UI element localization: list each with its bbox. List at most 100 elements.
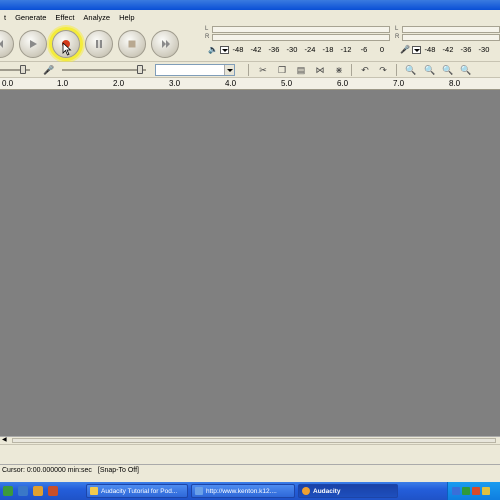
toolbar-separator bbox=[351, 64, 352, 76]
menu-item-effect[interactable]: Effect bbox=[51, 13, 79, 22]
play-scale-tick: -42 bbox=[250, 45, 262, 54]
play-scale-tick: -24 bbox=[304, 45, 316, 54]
mouse-cursor-icon bbox=[62, 42, 72, 56]
pause-icon bbox=[96, 40, 102, 48]
quick-launch-icon[interactable] bbox=[33, 486, 43, 496]
menubar: t Generate Effect Analyze Help bbox=[0, 10, 500, 24]
timeline-ruler[interactable]: 0.0 1.0 2.0 3.0 4.0 5.0 6.0 7.0 8.0 bbox=[0, 78, 500, 90]
horizontal-scrollbar[interactable]: ◀ bbox=[0, 436, 500, 444]
record-meter-dropdown[interactable] bbox=[411, 45, 421, 54]
record-meter-left bbox=[402, 26, 500, 33]
ruler-label: 5.0 bbox=[281, 79, 293, 88]
cut-icon[interactable]: ✂ bbox=[256, 64, 270, 76]
tray-icon-network[interactable] bbox=[452, 487, 460, 495]
fit-selection-icon[interactable]: 🔍 bbox=[441, 64, 455, 76]
paste-icon[interactable]: ▤ bbox=[294, 64, 308, 76]
ruler-label: 3.0 bbox=[169, 79, 181, 88]
tray-icon-security[interactable] bbox=[462, 487, 470, 495]
pause-button[interactable] bbox=[85, 30, 113, 58]
selection-toolbar bbox=[0, 444, 500, 464]
media-player-icon[interactable] bbox=[48, 486, 58, 496]
record-scale-tick: -30 bbox=[478, 45, 490, 54]
microphone-icon: 🎤 bbox=[400, 45, 410, 54]
play-scale-tick: 0 bbox=[379, 45, 385, 54]
input-volume-slider[interactable] bbox=[137, 65, 143, 74]
mixer-edit-toolbar: 🎤 ✂ ❐ ▤ ⋈ ⋇ ↶ ↷ 🔍 🔍 🔍 🔍 bbox=[0, 62, 500, 78]
taskbar-button-audacity[interactable]: Audacity bbox=[298, 484, 398, 498]
silence-icon[interactable]: ⋇ bbox=[332, 64, 346, 76]
undo-icon[interactable]: ↶ bbox=[358, 64, 372, 76]
stop-button[interactable] bbox=[118, 30, 146, 58]
play-icon bbox=[30, 40, 37, 48]
menu-item-help[interactable]: Help bbox=[115, 13, 139, 22]
stop-icon bbox=[128, 40, 136, 48]
input-source-select[interactable] bbox=[155, 64, 235, 76]
play-meter-left-label: L bbox=[205, 26, 209, 32]
windows-taskbar: Audacity Tutorial for Pod... http://www.… bbox=[0, 482, 500, 500]
record-meter-right-label: R bbox=[395, 34, 400, 40]
menu-item-analyze[interactable]: Analyze bbox=[79, 13, 115, 22]
play-meter-scale: 🔈 -48 -42 -36 -30 -24 -18 -12 -6 0 bbox=[208, 45, 391, 54]
tray-icon-volume[interactable] bbox=[482, 487, 490, 495]
menu-item-edit[interactable]: t bbox=[0, 13, 11, 22]
taskbar-button-label: Audacity Tutorial for Pod... bbox=[101, 487, 178, 495]
play-scale-tick: -48 bbox=[232, 45, 244, 54]
zoom-out-icon[interactable]: 🔍 bbox=[423, 64, 437, 76]
fit-project-icon[interactable]: 🔍 bbox=[459, 64, 473, 76]
play-scale-tick: -6 bbox=[360, 45, 368, 54]
system-tray bbox=[447, 482, 500, 500]
taskbar-button-browser[interactable]: Audacity Tutorial for Pod... bbox=[86, 484, 188, 498]
toolbar-separator bbox=[248, 64, 249, 76]
folder-icon bbox=[90, 487, 98, 495]
tray-icon-alert[interactable] bbox=[472, 487, 480, 495]
cursor-position-text: Cursor: 0:00.000000 min:sec bbox=[2, 467, 92, 474]
skip-to-end-button[interactable] bbox=[151, 30, 179, 58]
ruler-label: 4.0 bbox=[225, 79, 237, 88]
toolbar-separator bbox=[396, 64, 397, 76]
input-volume-track bbox=[62, 69, 146, 71]
status-bar: Cursor: 0:00.000000 min:sec [Snap-To Off… bbox=[0, 464, 500, 476]
taskbar-button-kenton[interactable]: http://www.kenton.k12.... bbox=[191, 484, 295, 498]
meter-toolbar: L R L R 🔈 -48 -42 -36 -30 -24 -18 -12 -6… bbox=[198, 24, 500, 62]
taskbar-button-label: http://www.kenton.k12.... bbox=[206, 487, 277, 495]
ruler-label: 1.0 bbox=[57, 79, 69, 88]
play-button[interactable] bbox=[19, 30, 47, 58]
internet-explorer-icon[interactable] bbox=[18, 486, 28, 496]
ruler-label: 2.0 bbox=[113, 79, 125, 88]
play-meter-left bbox=[212, 26, 390, 33]
chevron-down-icon bbox=[224, 65, 234, 75]
show-desktop-icon[interactable] bbox=[3, 486, 13, 496]
scroll-left-icon[interactable]: ◀ bbox=[2, 437, 10, 444]
play-meter-right-label: R bbox=[205, 34, 210, 40]
speaker-icon: 🔈 bbox=[208, 45, 218, 54]
ruler-label: 7.0 bbox=[393, 79, 405, 88]
audacity-window: t Generate Effect Analyze Help L R L R 🔈… bbox=[0, 0, 500, 500]
play-meter-dropdown[interactable] bbox=[219, 45, 229, 54]
output-volume-slider[interactable] bbox=[20, 65, 26, 74]
ruler-label: 8.0 bbox=[449, 79, 461, 88]
record-scale-tick: -42 bbox=[442, 45, 454, 54]
ruler-label: 0.0 bbox=[2, 79, 14, 88]
trim-icon[interactable]: ⋈ bbox=[313, 64, 327, 76]
play-scale-tick: -30 bbox=[286, 45, 298, 54]
track-panel[interactable] bbox=[0, 90, 500, 436]
ruler-label: 6.0 bbox=[337, 79, 349, 88]
play-scale-tick: -12 bbox=[340, 45, 352, 54]
play-scale-tick: -18 bbox=[322, 45, 334, 54]
copy-icon[interactable]: ❐ bbox=[275, 64, 289, 76]
redo-icon[interactable]: ↷ bbox=[376, 64, 390, 76]
skip-start-icon bbox=[0, 40, 3, 48]
play-meter-right bbox=[212, 34, 390, 41]
window-titlebar[interactable] bbox=[0, 0, 500, 10]
audacity-icon bbox=[302, 487, 310, 495]
menu-item-generate[interactable]: Generate bbox=[11, 13, 51, 22]
snap-status-text: [Snap-To Off] bbox=[97, 467, 140, 474]
scrollbar-thumb[interactable] bbox=[12, 438, 496, 443]
record-meter-left-label: L bbox=[395, 26, 399, 32]
microphone-icon: 🎤 bbox=[43, 64, 55, 75]
record-meter-right bbox=[402, 34, 500, 41]
skip-to-start-button[interactable] bbox=[0, 30, 14, 58]
zoom-in-icon[interactable]: 🔍 bbox=[404, 64, 418, 76]
play-scale-tick: -36 bbox=[268, 45, 280, 54]
taskbar-button-label: Audacity bbox=[313, 487, 341, 495]
